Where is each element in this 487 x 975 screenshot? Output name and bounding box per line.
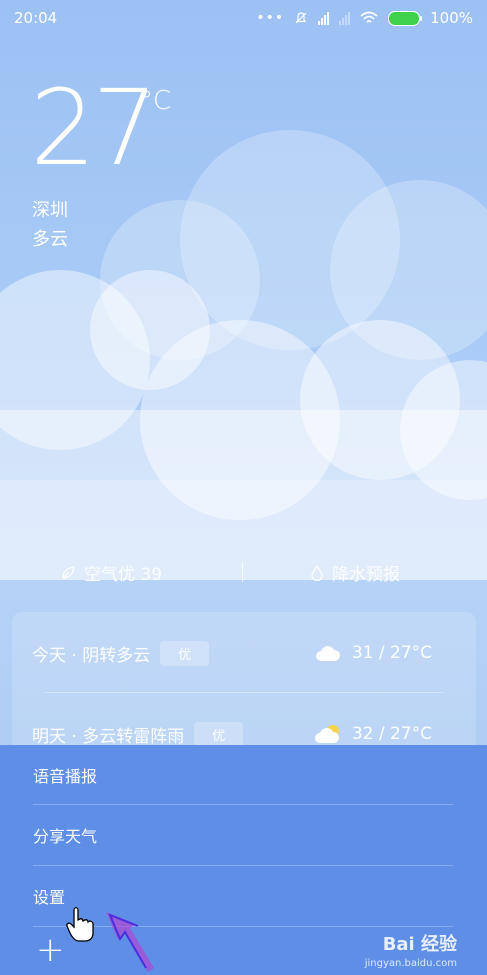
watermark-logo: Bai 经验 xyxy=(382,934,457,955)
leaf-icon xyxy=(62,565,75,579)
city-name[interactable]: 深圳 xyxy=(32,196,68,222)
partly-sunny-icon xyxy=(314,725,339,743)
info-divider xyxy=(242,562,243,582)
menu-divider xyxy=(33,804,453,805)
hand-cursor-icon xyxy=(66,907,154,972)
add-city-button[interactable]: + xyxy=(36,933,65,967)
aqi-badge: 优 xyxy=(194,721,244,747)
menu-item-voice-broadcast[interactable]: 语音播报 xyxy=(33,746,453,804)
info-row: 空气优 39 降水预报 xyxy=(0,560,487,586)
aqi-label: 空气优 39 xyxy=(84,565,163,585)
status-time: 20:04 xyxy=(14,9,58,27)
more-dots-icon: ••• xyxy=(256,10,285,26)
wifi-icon xyxy=(360,11,378,23)
forecast-today[interactable]: 今天 · 阴转多云 优 31 / 27°C xyxy=(32,638,432,668)
battery-percent: 100% xyxy=(430,9,473,27)
forecast-divider xyxy=(44,692,444,693)
weather-condition: 多云 xyxy=(32,229,68,250)
precip-label: 降水预报 xyxy=(332,565,400,585)
current-temperature: 27 xyxy=(30,67,158,189)
watermark-url: jingyan.baidu.com xyxy=(364,958,457,969)
signal-2-icon xyxy=(339,11,351,25)
temperature-unit: °C xyxy=(140,86,172,116)
precip-link[interactable]: 降水预报 xyxy=(310,560,400,585)
baidu-watermark: Bai 经验 jingyan.baidu.com xyxy=(365,930,457,969)
mute-icon xyxy=(295,12,307,24)
menu-item-share-weather[interactable]: 分享天气 xyxy=(33,806,453,864)
signal-1-icon xyxy=(318,11,330,25)
aqi-badge: 优 xyxy=(160,640,210,666)
battery-icon xyxy=(388,10,423,26)
forecast-day-label: 明天 · 多云转雷阵雨 xyxy=(32,726,185,747)
aqi-link[interactable]: 空气优 39 xyxy=(60,560,162,585)
status-icons: ••• 100% xyxy=(256,9,473,27)
cloud-icon xyxy=(315,646,340,661)
forecast-temps: 31 / 27°C xyxy=(351,643,432,663)
status-bar: 20:04 ••• 100% xyxy=(0,0,487,36)
cloud-illustration xyxy=(0,130,487,580)
menu-divider xyxy=(33,865,453,866)
forecast-temps: 32 / 27°C xyxy=(351,724,432,744)
forecast-day-label: 今天 · 阴转多云 xyxy=(32,645,151,666)
raindrop-icon xyxy=(311,564,323,581)
